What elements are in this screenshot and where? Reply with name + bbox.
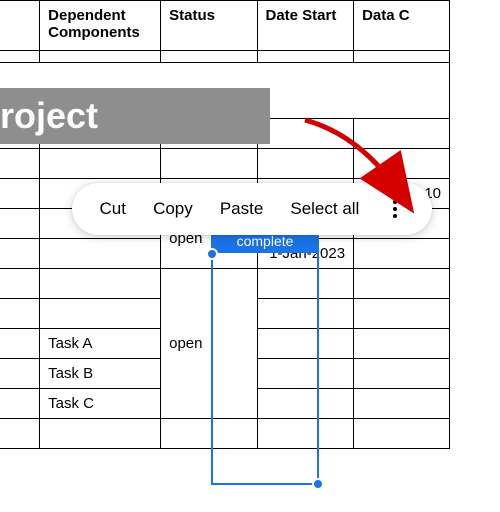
- copy-button[interactable]: Copy: [153, 199, 193, 219]
- paste-button[interactable]: Paste: [220, 199, 263, 219]
- select-all-button[interactable]: Select all: [290, 199, 359, 219]
- table-row: [0, 419, 450, 449]
- table-row: open: [0, 269, 450, 299]
- header-data-c: Data C: [354, 1, 450, 51]
- more-options-icon[interactable]: [386, 200, 404, 218]
- cell-dep[interactable]: Task C: [40, 389, 161, 419]
- header-status: Status: [161, 1, 257, 51]
- context-menu: Cut Copy Paste Select all: [72, 183, 432, 235]
- cell-dep[interactable]: Task B: [40, 359, 161, 389]
- table-row: [0, 149, 450, 179]
- project-banner: roject: [0, 88, 270, 144]
- header-row: sk Dependent Components Status Date Star…: [0, 1, 450, 51]
- header-task: sk: [0, 1, 40, 51]
- header-dependent: Dependent Components: [40, 1, 161, 51]
- cell-status-merged-2[interactable]: open: [161, 269, 257, 419]
- cell-dep[interactable]: Task A: [40, 329, 161, 359]
- cut-button[interactable]: Cut: [100, 199, 126, 219]
- selection-handle-bottom[interactable]: [312, 478, 324, 490]
- header-date-start: Date Start: [257, 1, 354, 51]
